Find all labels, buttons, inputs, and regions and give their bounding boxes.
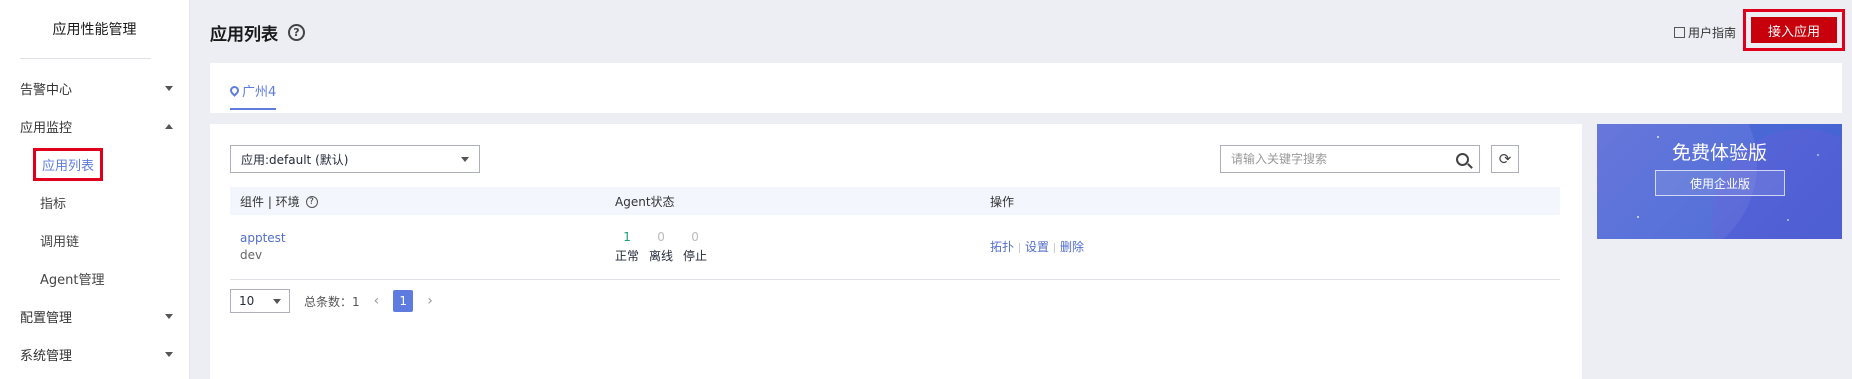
action-divider [1054,242,1056,253]
star-decoration-icon [1787,219,1789,221]
sidebar-divider [20,58,151,59]
help-icon[interactable]: ? [305,196,318,208]
user-guide-label: 用户指南 [1688,26,1737,40]
app-table: 组件 | 环境 ? Agent状态 操作 apptest dev 1 0 0 正… [230,187,1560,280]
edit-icon [1674,27,1685,38]
sidebar-item-label: 应用监控 [20,120,73,136]
user-guide-link[interactable]: 用户指南 [1674,24,1736,41]
sidebar-subitem-label: 应用列表 [32,147,104,181]
status-offline-count: 0 [657,229,665,244]
connect-app-highlight: 接入应用 [1743,9,1845,51]
page-title: 应用列表 ? [210,20,305,45]
sidebar-subitem-label: 调用链 [40,234,80,250]
chevron-up-icon [165,123,173,129]
sidebar-item-label: 系统管理 [20,348,73,364]
search-icon[interactable] [1456,152,1469,166]
chevron-down-icon [273,298,281,304]
status-normal-count: 1 [623,229,631,244]
chevron-down-icon [165,351,173,357]
page-number-current[interactable]: 1 [393,290,414,312]
sidebar: 应用性能管理 告警中心 应用监控 应用列表 指标 调用链 Agent管理 配置管… [0,0,190,379]
action-divider [1019,242,1021,253]
page-title-text: 应用列表 [210,25,278,45]
promo-title: 免费体验版 [1671,142,1767,164]
app-select[interactable]: 应用:default (默认) [230,145,480,173]
chevron-down-icon [165,85,173,91]
sidebar-item-app-monitoring[interactable]: 应用监控 [0,107,189,145]
sidebar-item-label: 告警中心 [20,82,73,98]
page-size-value: 10 [239,294,255,308]
app-list-panel: 应用:default (默认) ⟳ 组件 | 环境 ? Agent状态 操作 a… [210,124,1582,379]
region-tab-bar: 广州4 [210,63,1842,113]
chevron-left-icon[interactable]: ‹ [374,293,380,309]
tab-region[interactable]: 广州4 [228,81,277,110]
topology-link[interactable]: 拓扑 [990,240,1014,254]
sidebar-item-config-management[interactable]: 配置管理 [0,297,189,335]
search-input[interactable] [1231,152,1456,166]
actions-cell: 拓扑 设置 删除 [980,215,1560,280]
chevron-right-icon[interactable]: › [427,293,433,309]
environment-text: dev [240,248,263,263]
use-enterprise-button[interactable]: 使用企业版 [1655,170,1785,196]
free-trial-promo: 免费体验版 使用企业版 [1597,124,1842,239]
connect-app-button[interactable]: 接入应用 [1751,17,1837,43]
agent-status-cell: 1 0 0 正常 离线 停止 [605,215,980,280]
sidebar-title: 应用性能管理 [52,22,137,38]
agent-status-summary: 1 0 0 正常 离线 停止 [615,230,707,264]
help-icon[interactable]: ? [288,24,305,41]
app-select-value: 应用:default (默认) [241,152,349,167]
pagination: 10 总条数：1 ‹ 1 › [230,289,433,313]
status-offline-label: 离线 [649,248,674,263]
chevron-down-icon [165,313,173,319]
delete-link[interactable]: 删除 [1060,240,1084,254]
sidebar-item-alarm-center[interactable]: 告警中心 [0,69,189,107]
column-header-agent-status: Agent状态 [605,187,980,215]
settings-link[interactable]: 设置 [1025,240,1049,254]
page-size-select[interactable]: 10 [230,289,290,313]
chevron-down-icon [461,156,469,162]
table-row: apptest dev 1 0 0 正常 离线 停止 拓扑 设置 删除 [230,215,1560,280]
component-cell: apptest dev [230,215,605,280]
sidebar-subitem-agent-management[interactable]: Agent管理 [0,259,189,297]
total-count: 总条数：1 [304,294,360,309]
region-label: 广州4 [242,85,277,100]
sidebar-item-label: 配置管理 [20,310,73,326]
search-box [1220,145,1480,173]
sidebar-subitem-label: Agent管理 [40,272,105,288]
status-normal-label: 正常 [615,248,640,263]
sidebar-item-system-management[interactable]: 系统管理 [0,335,189,373]
refresh-button[interactable]: ⟳ [1491,145,1519,173]
component-link[interactable]: apptest [240,231,595,245]
table-header-row: 组件 | 环境 ? Agent状态 操作 [230,187,1560,215]
location-pin-icon [228,84,241,97]
status-stopped-count: 0 [691,229,699,244]
status-stopped-label: 停止 [683,248,708,263]
sidebar-subitem-metrics[interactable]: 指标 [0,183,189,221]
sidebar-subitem-label: 指标 [40,196,67,212]
column-header-component: 组件 | 环境 ? [230,187,605,215]
star-decoration-icon [1637,216,1639,218]
sidebar-subitem-trace[interactable]: 调用链 [0,221,189,259]
sidebar-menu: 告警中心 应用监控 应用列表 指标 调用链 Agent管理 配置管理 系统管理 [0,69,189,373]
sidebar-subitem-app-list[interactable]: 应用列表 [0,145,189,183]
column-header-actions: 操作 [980,187,1560,215]
